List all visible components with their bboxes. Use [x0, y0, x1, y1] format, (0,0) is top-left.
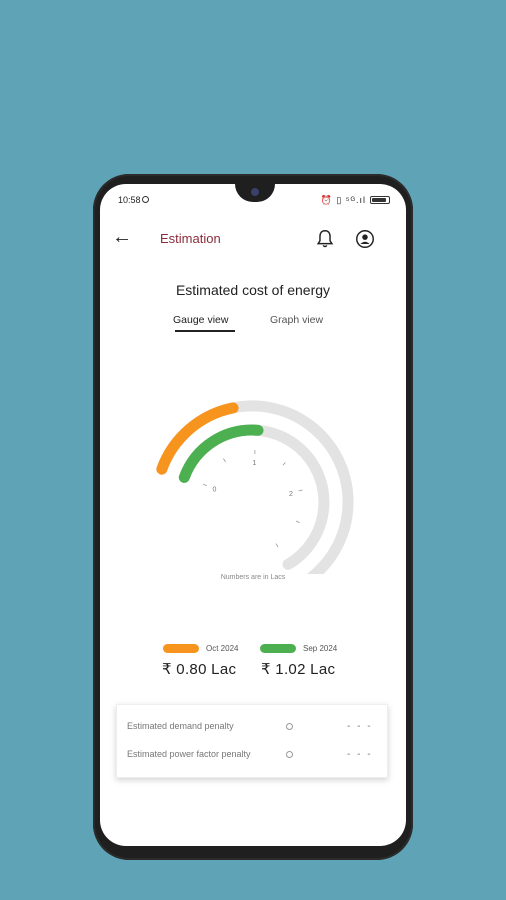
penalty-card: Estimated demand penalty - - - Estimated…	[116, 704, 388, 778]
status-time: 10:58	[118, 195, 141, 205]
inner-gauge-fill	[178, 424, 264, 483]
active-tab-indicator	[175, 330, 235, 332]
legend-label-oct: Oct 2024	[206, 644, 239, 653]
back-arrow-icon[interactable]: ←	[112, 226, 132, 249]
amount-sep: ₹ 1.02 Lac	[261, 661, 336, 678]
gauge-tick	[282, 461, 286, 466]
gauge-tick	[202, 483, 208, 486]
status-indicators: ⏰ ▯ ⁵ᴳ.ıl	[320, 195, 366, 205]
info-icon[interactable]	[286, 723, 293, 730]
gauge-tick	[295, 520, 300, 523]
scale-label-0: 0	[212, 486, 216, 493]
legend-label-sep: Sep 2024	[303, 644, 338, 653]
tab-graph-view[interactable]: Graph view	[270, 314, 323, 326]
gauge-tick	[223, 458, 226, 463]
camera-icon	[251, 188, 259, 196]
legend-swatch-oct	[163, 644, 199, 653]
status-indicator-icon	[142, 196, 149, 203]
energy-gauge: 0 1 2	[156, 400, 354, 574]
units-note: Numbers are in Lacs	[220, 574, 286, 581]
demand-penalty-value: - - -	[347, 721, 373, 732]
amount-oct: ₹ 0.80 Lac	[162, 661, 237, 678]
user-circle-icon[interactable]	[354, 228, 376, 250]
power-factor-penalty-value: - - -	[347, 749, 373, 760]
gauge-tick	[298, 489, 303, 492]
battery-icon	[370, 196, 390, 204]
info-icon[interactable]	[286, 751, 293, 758]
gauge-tick	[275, 543, 279, 548]
page-title: Estimation	[160, 231, 221, 246]
demand-penalty-label: Estimated demand penalty	[127, 721, 234, 731]
app-bar: ← Estimation	[100, 222, 406, 258]
bell-icon[interactable]	[314, 228, 336, 250]
scale-label-1: 1	[252, 460, 256, 467]
legend-swatch-sep	[260, 644, 296, 653]
section-heading: Estimated cost of energy	[175, 282, 331, 298]
tab-gauge-view[interactable]: Gauge view	[173, 314, 228, 326]
power-factor-penalty-label: Estimated power factor penalty	[127, 749, 251, 759]
phone-screen: 10:58 ⏰ ▯ ⁵ᴳ.ıl ← Estimation Estimated c…	[100, 184, 406, 846]
scale-label-2: 2	[289, 491, 293, 498]
